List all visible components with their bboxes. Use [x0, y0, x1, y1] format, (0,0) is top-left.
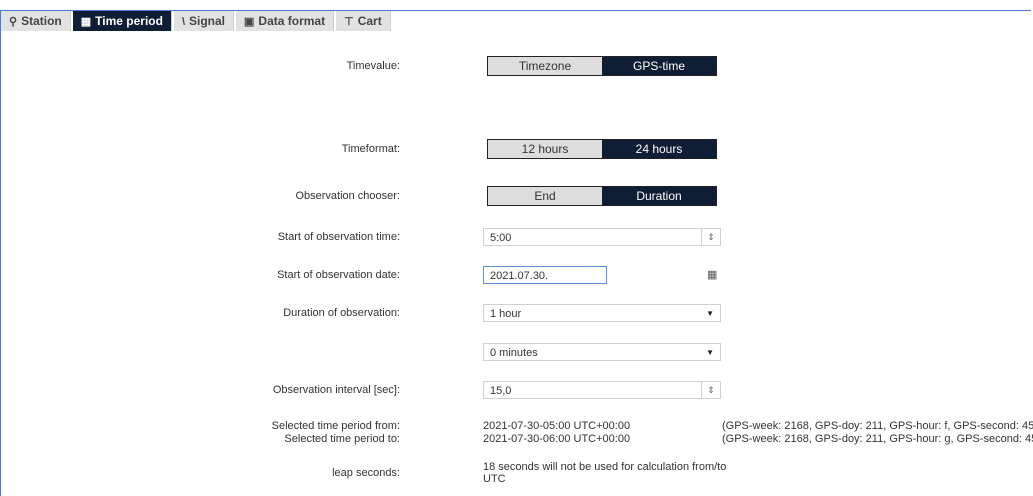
leap-seconds-line1: 18 seconds will not be used for calculat… [483, 461, 727, 473]
observation-chooser-label: Observation chooser: [295, 190, 400, 202]
timezone-option[interactable]: Timezone [488, 57, 602, 75]
start-date-input[interactable]: 2021.07.30. [483, 266, 607, 284]
interval-label: Observation interval [sec]: [272, 384, 400, 396]
start-time-input[interactable]: 5:00 ⇕ [483, 228, 721, 246]
tab-data-format[interactable]: ▣ Data format [236, 11, 335, 31]
timevalue-toggle: Timezone GPS-time [487, 56, 717, 76]
cart-icon: ⊤ [344, 16, 354, 28]
map-marker-icon: ⚲ [9, 16, 18, 28]
gps-time-option[interactable]: GPS-time [602, 57, 716, 75]
duration-option[interactable]: Duration [602, 187, 716, 205]
tab-station[interactable]: ⚲ Station [1, 11, 71, 31]
start-date-label: Start of observation date: [277, 269, 400, 281]
period-from-value: 2021-07-30-05:00 UTC+00:00 [483, 420, 631, 432]
duration-minutes-value: 0 minutes [490, 347, 538, 359]
signal-icon: \ [181, 16, 185, 28]
24-hours-option[interactable]: 24 hours [602, 140, 716, 158]
calendar-icon[interactable]: ▦ [707, 268, 717, 281]
tab-time-period[interactable]: ▦ Time period [72, 11, 172, 31]
duration-label: Duration of observation: [283, 307, 400, 319]
duration-hours-value: 1 hour [490, 308, 522, 320]
period-from-label: Selected time period from: [271, 420, 400, 432]
tab-label: Signal [189, 14, 226, 28]
caret-down-icon: ▼ [706, 348, 714, 357]
tab-signal[interactable]: \ Signal [173, 11, 235, 31]
tab-label: Station [21, 14, 62, 28]
tab-cart[interactable]: ⊤ Cart [336, 11, 391, 31]
period-to-label: Selected time period to: [284, 433, 400, 445]
duration-hours-select[interactable]: 1 hour ▼ [483, 304, 721, 322]
calendar-icon: ▦ [80, 16, 92, 28]
period-from-gps: (GPS-week: 2168, GPS-doy: 211, GPS-hour:… [722, 420, 1033, 432]
end-option[interactable]: End [488, 187, 602, 205]
timevalue-label: Timevalue: [346, 60, 400, 72]
start-time-label: Start of observation time: [277, 231, 400, 243]
leap-seconds-label: leap seconds: [332, 467, 400, 479]
tab-label: Time period [95, 14, 163, 28]
caret-down-icon: ▼ [706, 309, 714, 318]
floppy-disk-icon: ▣ [244, 16, 255, 28]
tab-bar: ⚲ Station ▦ Time period \ Signal ▣ Data form… [1, 11, 393, 31]
interval-input[interactable]: 15,0 ⇕ [483, 381, 721, 399]
spinner-icon[interactable]: ⇕ [701, 382, 720, 398]
12-hours-option[interactable]: 12 hours [488, 140, 602, 158]
start-date-value: 2021.07.30. [490, 270, 549, 282]
period-to-value: 2021-07-30-06:00 UTC+00:00 [483, 433, 631, 445]
start-time-value: 5:00 [490, 232, 512, 244]
tab-label: Cart [357, 14, 382, 28]
observation-chooser-toggle: End Duration [487, 186, 717, 206]
interval-value: 15,0 [490, 385, 512, 397]
timeformat-toggle: 12 hours 24 hours [487, 139, 717, 159]
leap-seconds-line2: UTC [483, 473, 506, 485]
spinner-icon[interactable]: ⇕ [701, 229, 720, 245]
period-to-gps: (GPS-week: 2168, GPS-doy: 211, GPS-hour:… [722, 433, 1033, 445]
tab-label: Data format [258, 14, 326, 28]
timeformat-label: Timeformat: [341, 143, 400, 155]
duration-minutes-select[interactable]: 0 minutes ▼ [483, 343, 721, 361]
